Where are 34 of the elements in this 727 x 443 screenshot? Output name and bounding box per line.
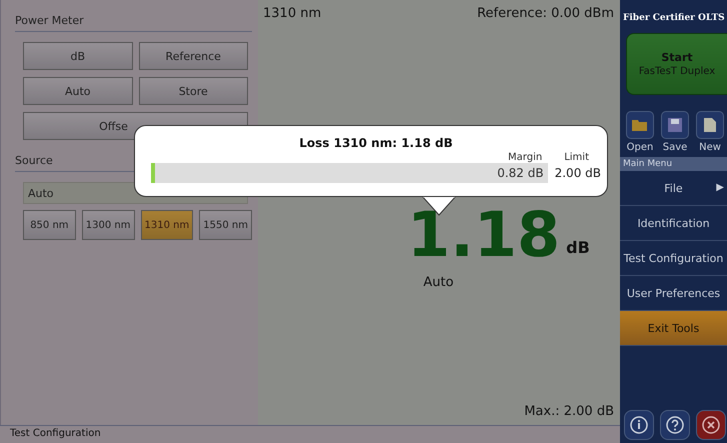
mode-label: Auto (422, 274, 455, 290)
wavelength-button[interactable]: 1310 nm (140, 210, 194, 240)
info-icon (630, 416, 648, 434)
submenu-arrow: ▶ (716, 182, 724, 193)
meter-button[interactable]: Store (138, 77, 248, 105)
limit-value: 2.00 dB (554, 166, 601, 180)
close-icon (702, 416, 720, 434)
wavelength-label: 1310 nm (263, 6, 322, 21)
close-button[interactable] (696, 410, 726, 440)
folder-icon (632, 119, 648, 131)
app-title: Fiber Certifier OLTS (622, 12, 726, 23)
help-icon (666, 416, 684, 434)
help-button[interactable] (660, 410, 690, 440)
section-title: Power Meter (15, 14, 252, 32)
popup-title: Loss 1310 nm: 1.18 dB (298, 136, 454, 150)
menu-header: Main Menu (620, 157, 727, 171)
margin-value: 0.82 dB (497, 166, 545, 180)
margin-label: Margin (508, 152, 542, 163)
meter-button[interactable]: Reference (138, 42, 248, 70)
max-label: Max.: 2.00 dB (523, 404, 614, 419)
meter-button[interactable]: dB (23, 42, 132, 70)
start-button[interactable]: Start FasTesT Duplex (626, 33, 727, 95)
wavelength-button[interactable]: 1550 nm (199, 210, 252, 240)
loss-value: 1.18 (407, 207, 560, 263)
wavelength-button[interactable]: 1300 nm (82, 210, 134, 240)
loss-unit: dB (566, 238, 590, 257)
reference-label: Reference: 0.00 dBm (477, 6, 614, 21)
menu-item[interactable]: Exit Tools (620, 311, 727, 346)
document-icon (704, 118, 716, 132)
meter-button[interactable]: Auto (23, 77, 132, 105)
info-button[interactable] (624, 410, 654, 440)
wavelength-button[interactable]: 850 nm (23, 210, 76, 240)
limit-label: Limit (564, 152, 589, 163)
status-bar: Test Configuration (0, 425, 620, 443)
